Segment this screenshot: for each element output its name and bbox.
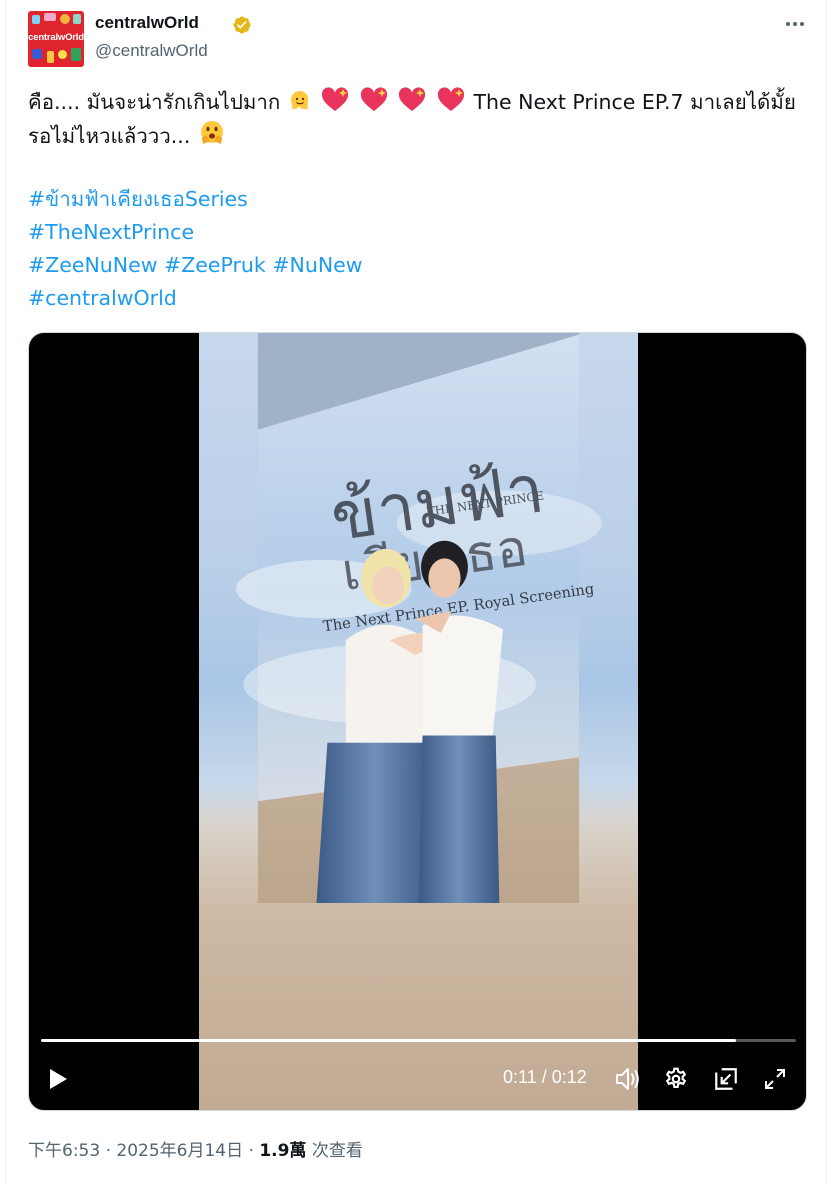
hashtag-row: #ZeeNuNew #ZeePruk #NuNew	[28, 249, 363, 282]
video-progress-bar[interactable]	[41, 1039, 796, 1042]
timestamp-link[interactable]: 下午6:53 · 2025年6月14日 ·	[28, 1141, 254, 1161]
tweet-text-segment: The Next Prince EP.7 มาเลยได้มั้ย	[473, 90, 796, 114]
more-horizontal-icon-dot	[800, 22, 804, 26]
hashtag-link[interactable]: #centralwOrld	[28, 282, 363, 315]
hashtag-link[interactable]: #ZeeNuNew	[28, 253, 158, 277]
tweet-text: คือ.... มันจะน่ารักเกินไปมาก The Next Pr…	[28, 86, 808, 153]
avatar-shape	[71, 48, 81, 61]
avatar-shape	[58, 50, 67, 59]
views-label: 次查看	[311, 1141, 363, 1161]
sparkling-heart-emoji-icon	[360, 87, 387, 111]
fullscreen-icon	[765, 1069, 785, 1089]
verified-badge-icon	[233, 16, 251, 34]
avatar-shape	[32, 49, 42, 59]
hashtag-link[interactable]: #TheNextPrince	[28, 216, 363, 249]
more-options-button[interactable]	[779, 10, 811, 38]
hashtag-link[interactable]: #NuNew	[272, 253, 362, 277]
settings-gear-icon	[665, 1067, 687, 1088]
more-horizontal-icon	[786, 22, 790, 26]
avatar-shape	[32, 15, 40, 24]
tweet-text-segment: คือ.... มันจะน่ารักเกินไปมาก	[28, 90, 281, 114]
melting-face-emoji-icon	[290, 90, 308, 109]
sparkling-heart-emoji-icon	[322, 87, 349, 111]
popout-button[interactable]	[713, 1065, 743, 1093]
play-icon	[50, 1069, 67, 1089]
avatar-shape	[47, 51, 54, 63]
tweet-meta: 下午6:53 · 2025年6月14日 · 1.9萬 次查看	[28, 1136, 363, 1161]
face-with-hand-over-mouth-emoji-icon	[200, 121, 223, 144]
tweet-text-segment: รอไม่ไหวแล้ววว...	[28, 124, 191, 148]
tweet-card: centralwOrld centralwOrld @centralwOrld …	[5, 0, 827, 1186]
sparkling-heart-emoji-icon	[399, 87, 426, 111]
volume-button[interactable]	[614, 1065, 644, 1093]
video-scene: ข้ามฟ้า เคียงเธอ THE NEXT PRINCE The Nex…	[235, 333, 602, 903]
display-name[interactable]: centralwOrld	[95, 13, 199, 33]
avatar-shape	[73, 14, 81, 24]
video-frame[interactable]: ข้ามฟ้า เคียงเธอ THE NEXT PRINCE The Nex…	[199, 333, 638, 1110]
handle[interactable]: @centralwOrld	[95, 41, 208, 61]
avatar-shape	[44, 13, 56, 21]
previous-context-clip	[66, 0, 266, 4]
tweet-line-2: รอไม่ไหวแล้ววว...	[28, 119, 808, 153]
popout-icon	[715, 1068, 737, 1090]
volume-icon	[616, 1068, 639, 1090]
hashtag-link[interactable]: #ZeePruk	[164, 253, 266, 277]
hashtag-link[interactable]: #ข้ามฟ้าเคียงเธอSeries	[28, 183, 363, 216]
avatar-logo-text: centralwOrld	[28, 32, 84, 43]
video-time: 0:11 / 0:12	[503, 1067, 587, 1087]
views-count: 1.9萬	[259, 1141, 307, 1161]
fullscreen-button[interactable]	[763, 1065, 793, 1093]
settings-button[interactable]	[663, 1065, 693, 1093]
hashtag-list: #ข้ามฟ้าเคียงเธอSeries #TheNextPrince #Z…	[28, 183, 363, 315]
play-button[interactable]	[47, 1065, 75, 1093]
more-horizontal-icon-dot	[793, 22, 797, 26]
tweet-line-1: คือ.... มันจะน่ารักเกินไปมาก The Next Pr…	[28, 86, 808, 119]
avatar[interactable]: centralwOrld	[28, 11, 84, 67]
avatar-shape	[60, 14, 70, 24]
sparkling-heart-emoji-icon	[437, 87, 465, 111]
video-progress-fill	[41, 1039, 736, 1042]
video-player[interactable]: ข้ามฟ้า เคียงเธอ THE NEXT PRINCE The Nex…	[28, 332, 807, 1111]
